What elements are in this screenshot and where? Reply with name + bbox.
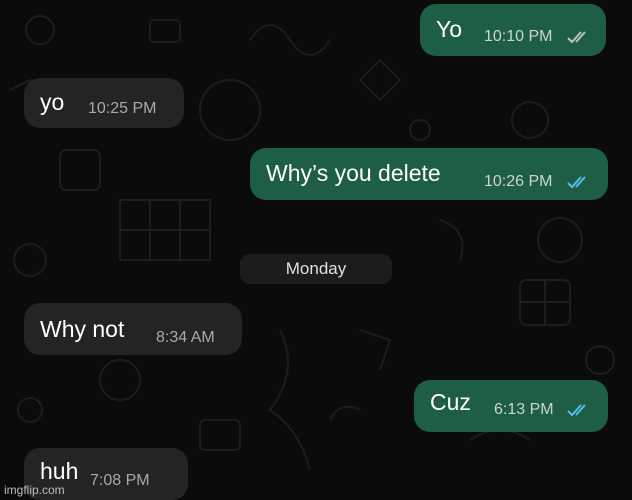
message-timestamp: 10:10 PM — [484, 28, 553, 45]
message-bubble-incoming[interactable]: Why not 8:34 AM — [24, 303, 242, 355]
message-timestamp: 10:25 PM — [88, 100, 157, 117]
message-text: huh — [40, 458, 79, 484]
watermark: imgflip.com — [4, 483, 65, 497]
message-bubble-outgoing[interactable]: Yo 10:10 PM — [420, 4, 606, 56]
message-text: Why not — [40, 316, 125, 342]
message-text: Cuz — [430, 389, 471, 415]
message-timestamp: 6:13 PM — [494, 401, 554, 418]
read-double-check-icon — [567, 176, 586, 189]
message-bubble-incoming[interactable]: yo 10:25 PM — [24, 78, 184, 128]
message-bubble-outgoing[interactable]: Why’s you delete 10:26 PM — [250, 148, 608, 200]
delivered-double-check-icon — [567, 31, 586, 44]
date-separator: Monday — [240, 254, 392, 284]
message-timestamp: 10:26 PM — [484, 173, 553, 190]
message-timestamp: 7:08 PM — [90, 472, 150, 489]
message-text: Yo — [436, 16, 463, 42]
message-text: Why’s you delete — [266, 160, 441, 186]
message-timestamp: 8:34 AM — [156, 329, 215, 346]
read-double-check-icon — [567, 404, 586, 417]
message-bubble-outgoing[interactable]: Cuz 6:13 PM — [414, 380, 608, 432]
message-text: yo — [40, 89, 65, 115]
